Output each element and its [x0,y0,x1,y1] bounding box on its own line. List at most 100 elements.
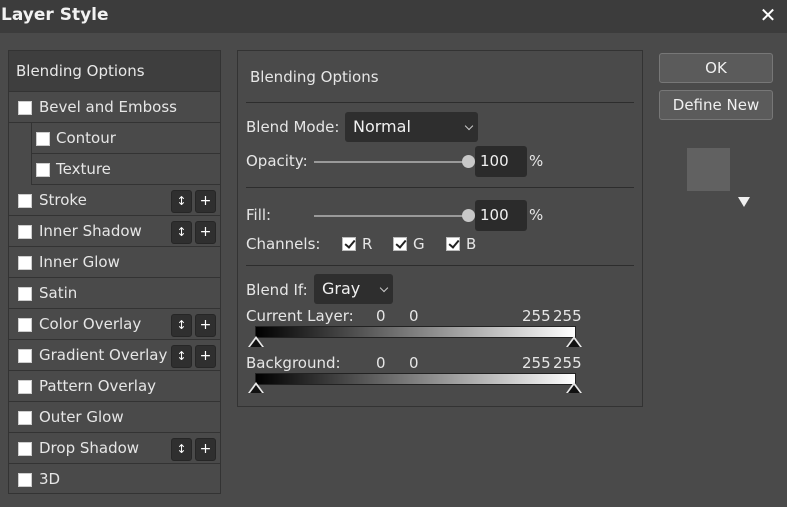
sidebar-item-color-overlay[interactable]: Color Overlay ↕ + [9,309,220,340]
channel-b-checkbox[interactable] [446,237,460,251]
opacity-input[interactable]: 100 [475,146,527,177]
background-white-high: 255 [553,354,582,372]
inner-shadow-checkbox[interactable] [18,225,32,239]
sidebar-item-pattern-overlay[interactable]: Pattern Overlay [9,371,220,402]
chevron-down-icon [464,121,474,131]
add-icon[interactable]: + [195,438,216,461]
channel-g-label: G [413,235,425,253]
current-layer-white-low: 255 [522,307,551,325]
3d-checkbox[interactable] [18,473,32,487]
reorder-icon[interactable]: ↕ [171,345,192,368]
sidebar-item-label: Color Overlay [39,315,142,333]
add-icon[interactable]: + [195,190,216,213]
sidebar-item-satin[interactable]: Satin [9,278,220,309]
title-bar: Layer Style ✕ [0,0,787,33]
color-overlay-checkbox[interactable] [18,318,32,332]
sidebar-item-label: Stroke [39,191,87,209]
background-black-high: 0 [409,354,419,372]
sidebar-item-drop-shadow[interactable]: Drop Shadow ↕ + [9,433,220,464]
background-black-slider-inner [250,385,262,393]
sidebar-header-label: Blending Options [16,62,145,80]
background-black-low: 0 [376,354,386,372]
sidebar-item-label: Inner Shadow [39,222,142,240]
triangle-down-icon[interactable] [738,197,750,207]
fill-slider-knob[interactable] [462,209,475,222]
add-icon[interactable]: + [195,345,216,368]
background-label: Background: [246,354,341,372]
channels-label: Channels: [246,235,321,253]
fill-unit: % [529,206,544,224]
sidebar-item-outer-glow[interactable]: Outer Glow [9,402,220,433]
reorder-icon[interactable]: ↕ [171,221,192,244]
stroke-checkbox[interactable] [18,194,32,208]
sidebar-item-label: Outer Glow [39,408,124,426]
sidebar-item-label: Bevel and Emboss [39,98,177,116]
sidebar-item-label: Drop Shadow [39,439,140,457]
sidebar-item-label: Gradient Overlay [39,346,168,364]
sidebar-item-contour[interactable]: Contour [31,123,220,154]
channel-r-checkbox[interactable] [342,237,356,251]
channel-g-checkbox[interactable] [393,237,407,251]
contour-checkbox[interactable] [36,132,50,146]
opacity-slider[interactable] [314,161,470,163]
sidebar-item-label: Inner Glow [39,253,120,271]
blend-mode-value: Normal [353,117,411,136]
background-white-low: 255 [522,354,551,372]
sidebar-item-label: Texture [56,160,111,178]
channel-b-label: B [466,235,477,253]
sidebar-item-gradient-overlay[interactable]: Gradient Overlay ↕ + [9,340,220,371]
current-layer-black-low: 0 [376,307,386,325]
blend-mode-select[interactable]: Normal [345,112,478,142]
style-list: Blending Options Bevel and Emboss Contou… [8,50,221,494]
current-layer-gradient [255,326,576,338]
background-white-slider-inner [568,385,580,393]
sidebar-item-inner-shadow[interactable]: Inner Shadow ↕ + [9,216,220,247]
ok-button[interactable]: OK [659,53,773,83]
fill-label: Fill: [246,206,272,224]
add-icon[interactable]: + [195,314,216,337]
sidebar-item-inner-glow[interactable]: Inner Glow [9,247,220,278]
sidebar-item-blending-options[interactable]: Blending Options [9,51,220,92]
current-layer-white-high: 255 [553,307,582,325]
sidebar-item-stroke[interactable]: Stroke ↕ + [9,185,220,216]
bevel-and-emboss-checkbox[interactable] [18,101,32,115]
blend-if-select[interactable]: Gray [314,274,393,304]
pattern-overlay-checkbox[interactable] [18,380,32,394]
current-layer-label: Current Layer: [246,307,354,325]
divider [246,265,634,266]
add-icon[interactable]: + [195,221,216,244]
close-icon[interactable]: ✕ [758,4,778,26]
current-layer-white-slider-inner [568,339,580,347]
blending-options-panel: Blending Options Blend Mode: Normal Opac… [237,50,643,407]
channel-r-label: R [362,235,373,253]
texture-checkbox[interactable] [36,163,50,177]
gradient-overlay-checkbox[interactable] [18,349,32,363]
sidebar-item-label: Satin [39,284,78,302]
sidebar-item-bevel-and-emboss[interactable]: Bevel and Emboss [9,92,220,123]
sidebar-item-label: Contour [56,129,116,147]
sidebar-item-3d[interactable]: 3D [9,464,220,495]
current-layer-black-high: 0 [409,307,419,325]
define-new-button[interactable]: Define New [659,90,773,120]
inner-glow-checkbox[interactable] [18,256,32,270]
reorder-icon[interactable]: ↕ [171,190,192,213]
reorder-icon[interactable]: ↕ [171,438,192,461]
opacity-label: Opacity: [246,152,308,170]
dialog-title: Layer Style [1,5,109,25]
drop-shadow-checkbox[interactable] [18,442,32,456]
outer-glow-checkbox[interactable] [18,411,32,425]
satin-checkbox[interactable] [18,287,32,301]
fill-slider[interactable] [314,215,470,217]
divider [246,102,634,103]
opacity-unit: % [529,152,544,170]
opacity-slider-knob[interactable] [462,155,475,168]
blend-mode-label: Blend Mode: [246,118,340,136]
sidebar-item-texture[interactable]: Texture [31,154,220,185]
blend-if-value: Gray [322,279,361,298]
chevron-down-icon [379,283,389,293]
current-layer-black-slider-inner [250,339,262,347]
fill-input[interactable]: 100 [475,200,527,231]
background-gradient [255,373,576,385]
reorder-icon[interactable]: ↕ [171,314,192,337]
blend-if-label: Blend If: [246,281,308,299]
